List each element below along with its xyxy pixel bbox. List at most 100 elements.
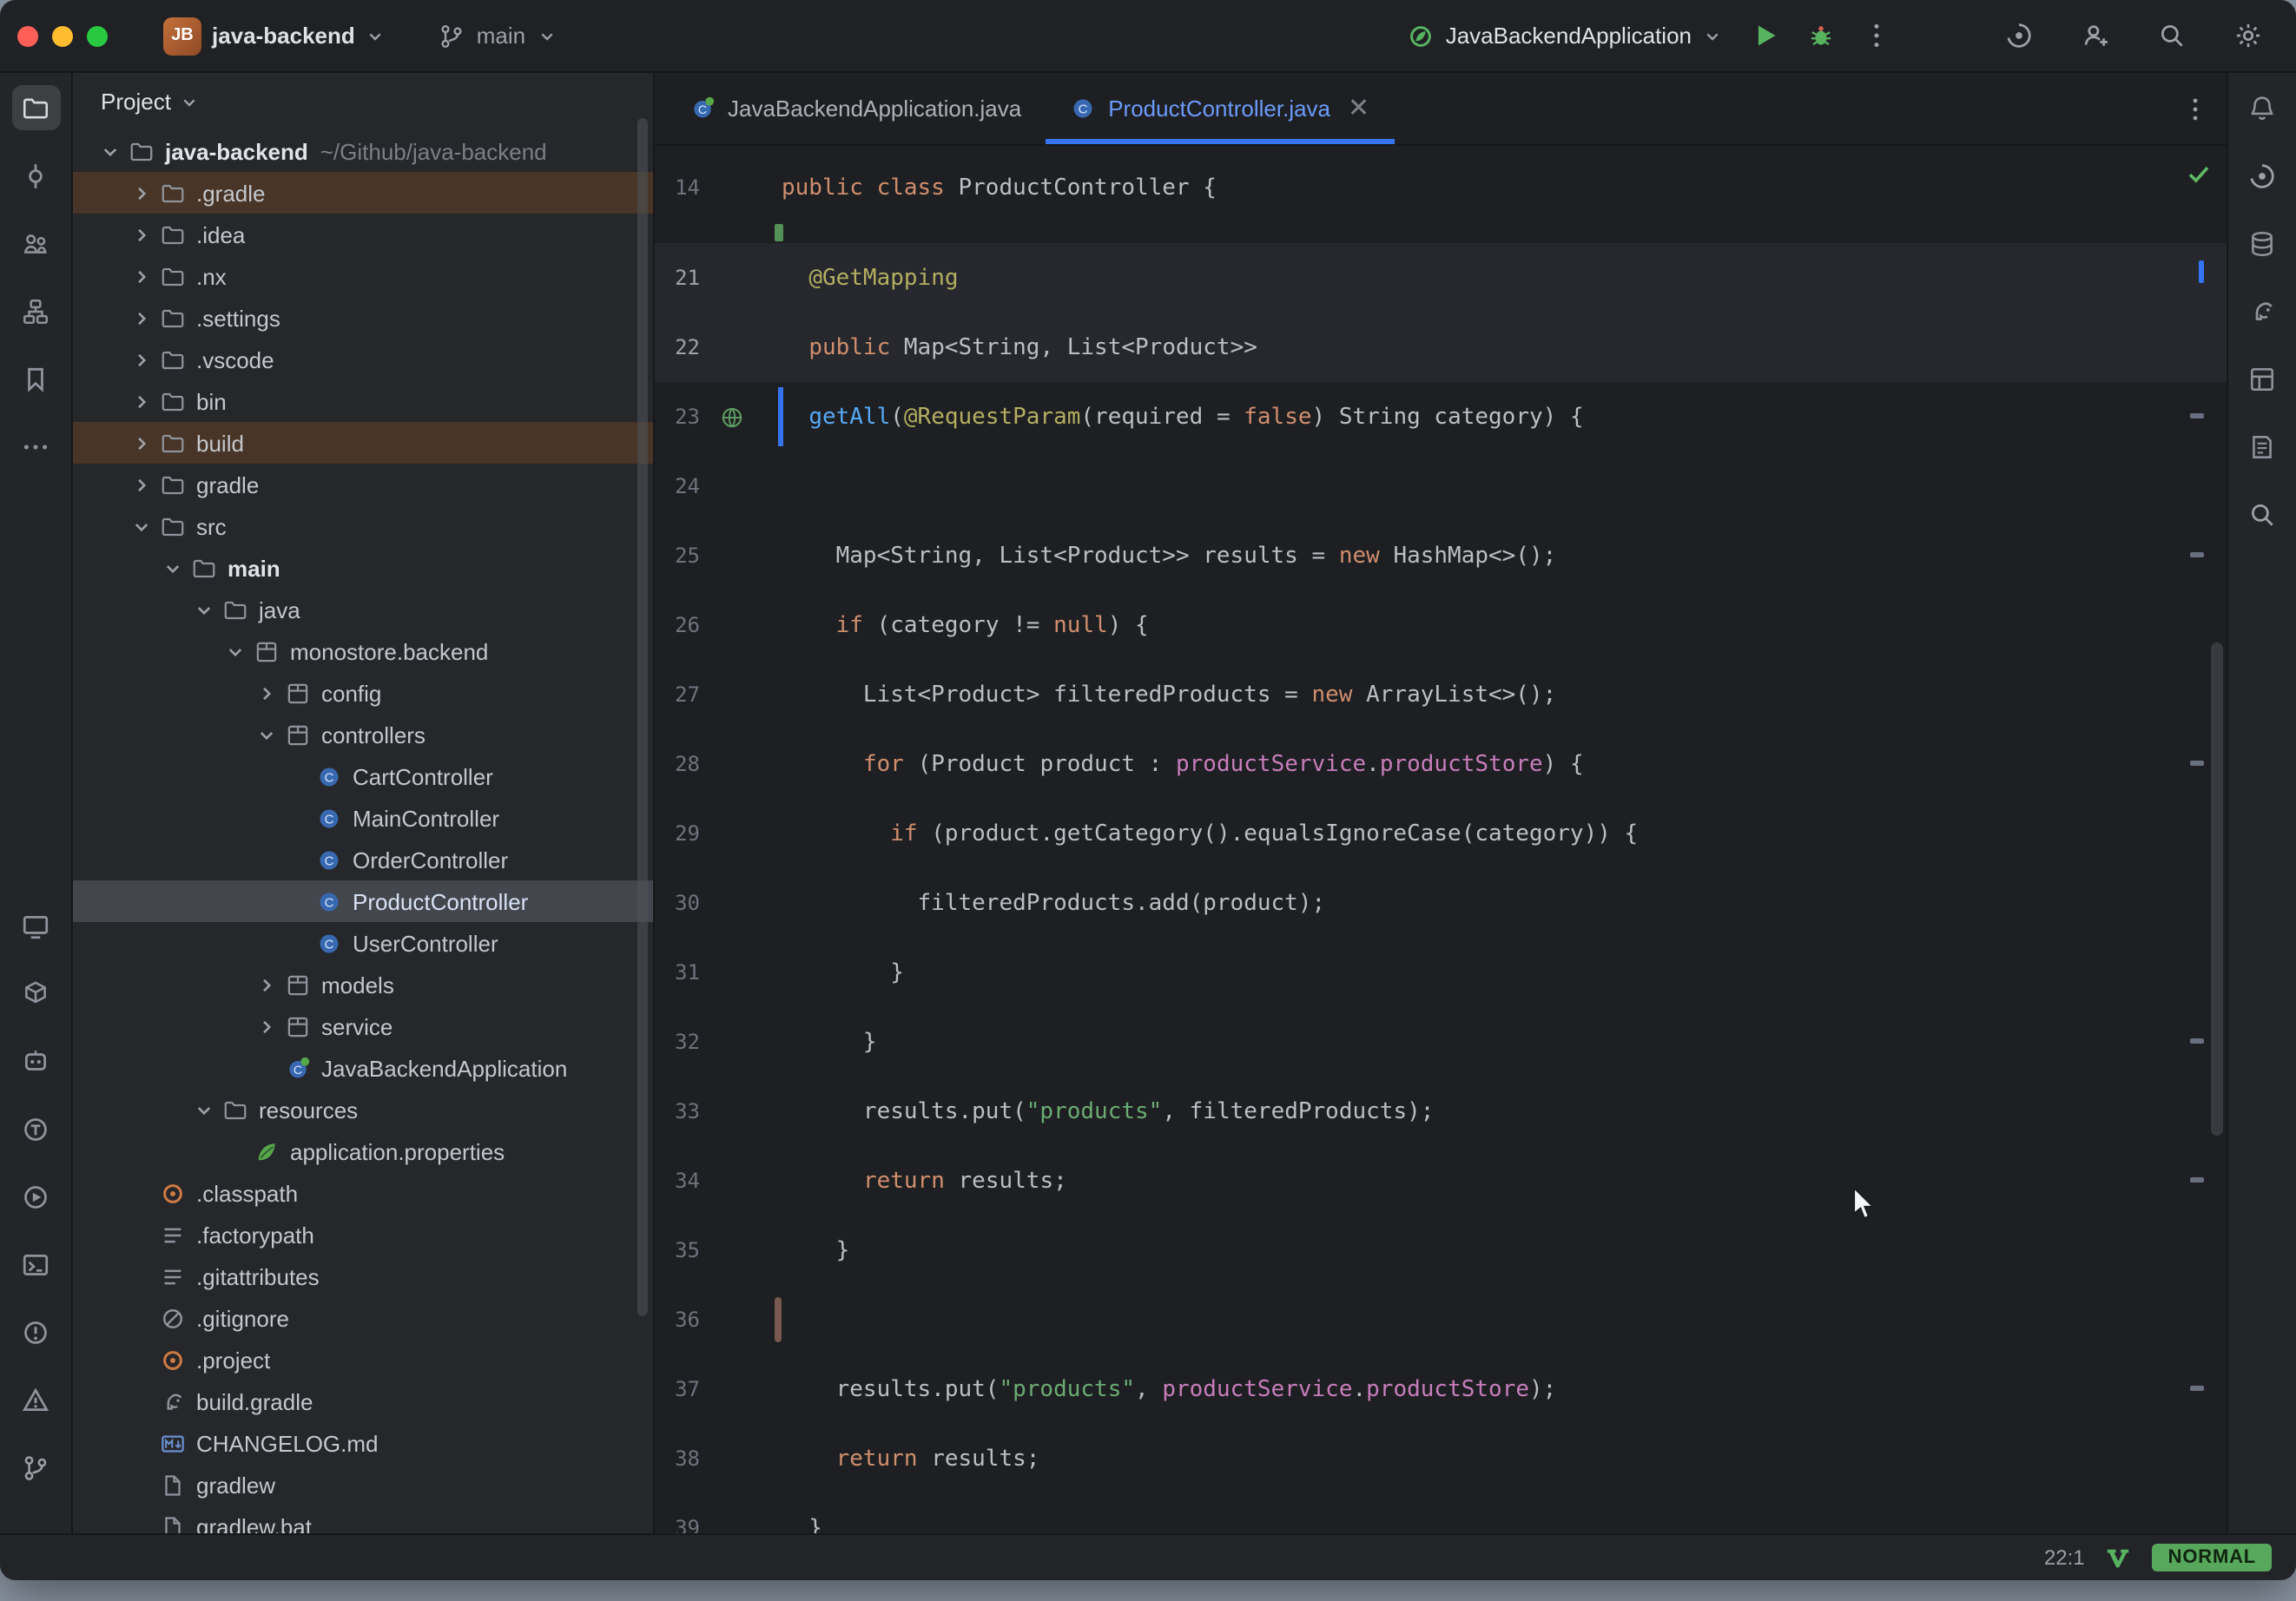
code-line-14[interactable]: 14public class ProductController { — [655, 153, 2227, 222]
tree-item-idea[interactable]: .idea — [73, 214, 653, 255]
tree-item-gradle[interactable]: gradle — [73, 464, 653, 505]
chevron-down-icon[interactable] — [94, 140, 125, 162]
line-number[interactable]: 32 — [655, 1030, 700, 1054]
tab-options-button[interactable] — [2181, 73, 2209, 144]
code-line-31[interactable]: 31 } — [655, 938, 2227, 1007]
line-number[interactable]: 29 — [655, 821, 700, 846]
tree-item-resources[interactable]: resources — [73, 1089, 653, 1130]
code-line-39[interactable]: 39 } — [655, 1493, 2227, 1533]
code-line-38[interactable]: 38 return results; — [655, 1424, 2227, 1493]
editor-scrollbar[interactable] — [2211, 642, 2223, 1136]
tool-button-project[interactable] — [11, 85, 60, 130]
stripe-mark-marker[interactable] — [2190, 1386, 2204, 1391]
tool-button-pull-requests[interactable] — [11, 221, 60, 266]
line-number[interactable]: 31 — [655, 960, 700, 985]
tool-button-version-control[interactable] — [11, 1445, 60, 1490]
tree-item-service[interactable]: service — [73, 1005, 653, 1047]
tree-item-usercontroller[interactable]: CUserController — [73, 922, 653, 964]
tree-item-changelog-md[interactable]: CHANGELOG.md — [73, 1422, 653, 1464]
line-number[interactable]: 26 — [655, 613, 700, 637]
tree-item-factorypath[interactable]: .factorypath — [73, 1214, 653, 1255]
gutter[interactable]: 36 — [655, 1285, 782, 1354]
chevron-right-icon[interactable] — [125, 265, 156, 287]
code-line-37[interactable]: 37 results.put("products", productServic… — [655, 1354, 2227, 1424]
code-line-22[interactable]: 22 public Map<String, List<Product>> — [655, 313, 2227, 382]
tool-button-layouts[interactable] — [2238, 356, 2286, 401]
chevron-right-icon[interactable] — [125, 181, 156, 204]
settings-button[interactable] — [2223, 11, 2272, 60]
chevron-right-icon[interactable] — [125, 223, 156, 246]
tab-productcontroller-java[interactable]: CProductController.java✕ — [1046, 73, 1394, 144]
tool-button-find[interactable] — [2238, 491, 2286, 537]
tool-button-bookmarks[interactable] — [11, 356, 60, 401]
chevron-down-icon[interactable] — [219, 640, 250, 662]
tool-button-terminal[interactable] — [11, 1242, 60, 1287]
code-line-21[interactable]: 21 @GetMapping — [655, 243, 2227, 313]
ideavim-icon[interactable] — [2106, 1545, 2132, 1571]
tree-item-gradle[interactable]: .gradle — [73, 172, 653, 214]
gutter[interactable]: 35 — [655, 1216, 782, 1285]
tree-item-ordercontroller[interactable]: COrderController — [73, 839, 653, 880]
code-line-24[interactable]: 24 — [655, 451, 2227, 521]
tree-item-cartcontroller[interactable]: CCartController — [73, 755, 653, 797]
code-line-32[interactable]: 32 } — [655, 1007, 2227, 1077]
line-number[interactable]: 33 — [655, 1099, 700, 1123]
chevron-right-icon[interactable] — [250, 1015, 281, 1038]
tool-button-services[interactable] — [11, 903, 60, 948]
stripe-mark-marker[interactable] — [2190, 1038, 2204, 1044]
tool-button-endpoints[interactable] — [11, 1106, 60, 1151]
search-everywhere-button[interactable] — [2147, 11, 2195, 60]
gutter[interactable]: 38 — [655, 1424, 782, 1493]
line-number[interactable]: 24 — [655, 474, 700, 498]
gutter[interactable]: 23 — [655, 382, 782, 451]
tree-item-vscode[interactable]: .vscode — [73, 339, 653, 380]
ai-assistant-button[interactable] — [1994, 11, 2042, 60]
tree-item-bin[interactable]: bin — [73, 380, 653, 422]
caret-position[interactable]: 22:1 — [2044, 1545, 2085, 1570]
gutter[interactable]: 32 — [655, 1007, 782, 1077]
branch-widget[interactable]: main — [428, 15, 567, 56]
gutter[interactable]: 25 — [655, 521, 782, 590]
minimize-window-button[interactable] — [52, 25, 73, 46]
tree-item-controllers[interactable]: controllers — [73, 714, 653, 755]
line-number[interactable]: 22 — [655, 335, 700, 359]
inspection-ok-icon[interactable] — [2185, 160, 2213, 196]
line-number[interactable]: 14 — [655, 175, 700, 200]
chevron-down-icon[interactable] — [250, 723, 281, 746]
gutter[interactable]: 21 — [655, 243, 782, 313]
code-line-26[interactable]: 26 if (category != null) { — [655, 590, 2227, 660]
close-window-button[interactable] — [17, 25, 38, 46]
globe-icon[interactable] — [710, 404, 752, 430]
gutter[interactable]: 28 — [655, 729, 782, 799]
code-line-28[interactable]: 28 for (Product product : productService… — [655, 729, 2227, 799]
tree-item-build-gradle[interactable]: build.gradle — [73, 1380, 653, 1422]
tree-item-classpath[interactable]: .classpath — [73, 1172, 653, 1214]
line-number[interactable]: 36 — [655, 1308, 700, 1332]
gutter[interactable]: 14 — [655, 153, 782, 222]
stripe-mark-marker[interactable] — [2190, 413, 2204, 418]
debug-button[interactable] — [1796, 11, 1844, 60]
line-number[interactable]: 38 — [655, 1446, 700, 1471]
tool-button-build[interactable] — [11, 971, 60, 1016]
line-number[interactable]: 21 — [655, 266, 700, 290]
gutter[interactable]: 27 — [655, 660, 782, 729]
tree-item-config[interactable]: config — [73, 672, 653, 714]
line-number[interactable]: 30 — [655, 891, 700, 915]
tree-item-settings[interactable]: .settings — [73, 297, 653, 339]
line-number[interactable]: 37 — [655, 1377, 700, 1401]
tab-javabackendapplication-java[interactable]: CJavaBackendApplication.java — [665, 73, 1046, 144]
stripe-mark-marker[interactable] — [2190, 761, 2204, 766]
chevron-down-icon[interactable] — [125, 515, 156, 537]
tree-item-gitattributes[interactable]: .gitattributes — [73, 1255, 653, 1297]
gutter[interactable]: 34 — [655, 1146, 782, 1216]
stripe-mark-marker[interactable] — [2190, 1177, 2204, 1183]
tool-button-gradle[interactable] — [2238, 288, 2286, 333]
gutter[interactable]: 29 — [655, 799, 782, 868]
chevron-right-icon[interactable] — [250, 973, 281, 996]
stripe-caret-marker[interactable] — [2199, 260, 2204, 283]
line-number[interactable]: 39 — [655, 1516, 700, 1533]
tool-button-more-tool-windows[interactable] — [11, 424, 60, 469]
chevron-right-icon[interactable] — [125, 348, 156, 371]
code-line-29[interactable]: 29 if (product.getCategory().equalsIgnor… — [655, 799, 2227, 868]
tree-item-main[interactable]: main — [73, 547, 653, 589]
